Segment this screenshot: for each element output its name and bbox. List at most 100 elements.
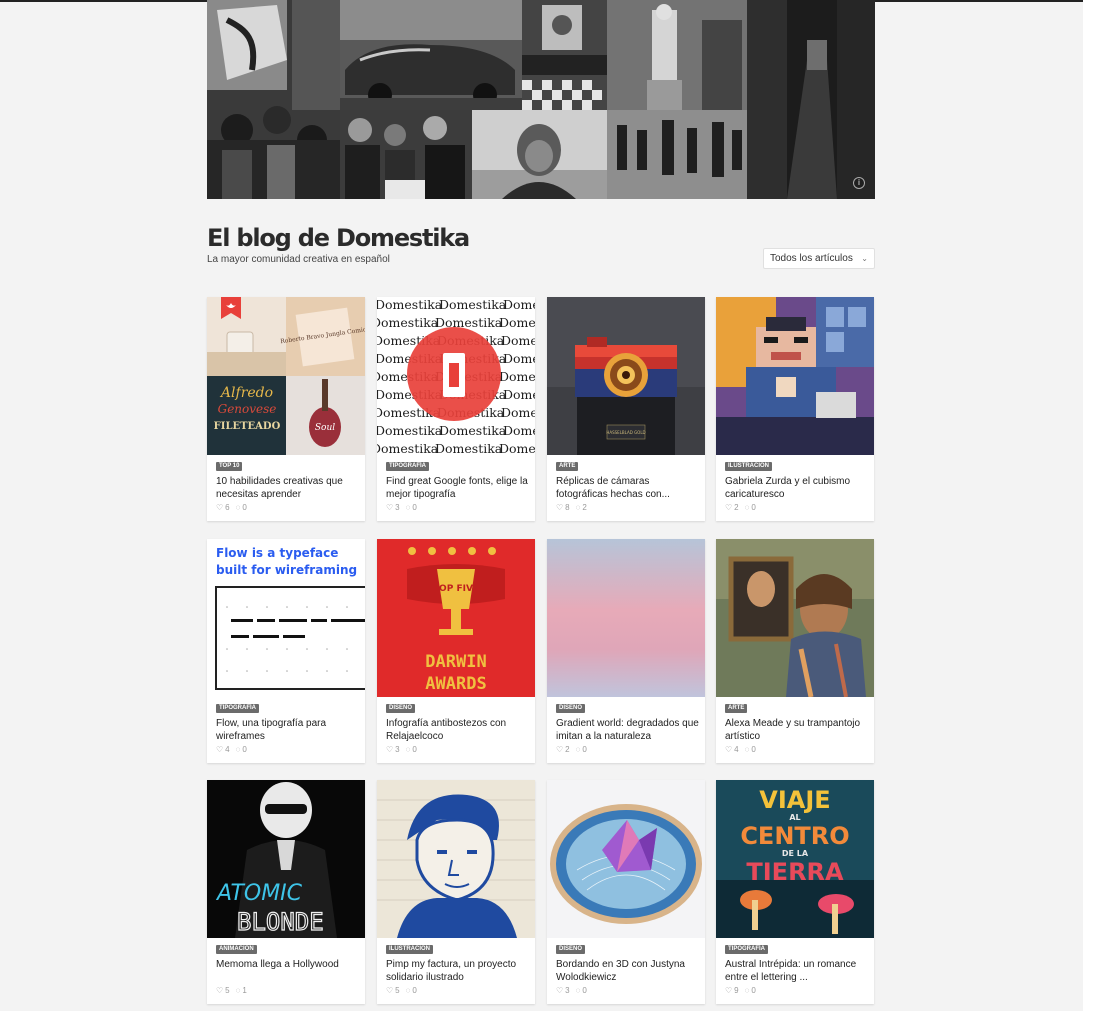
- chevron-down-icon: ⌄: [861, 254, 868, 263]
- hero-photo-interior: [522, 0, 607, 110]
- article-card[interactable]: Flow is a typeface built for wireframing…: [207, 539, 365, 763]
- article-title[interactable]: Memoma llega a Hollywood: [216, 958, 360, 971]
- heart-icon[interactable]: ♡: [386, 503, 393, 512]
- category-tag[interactable]: DISEÑO: [386, 704, 416, 713]
- article-card[interactable]: Roberto Bravo Jungla Comics Alfredo Geno…: [207, 297, 365, 521]
- article-title[interactable]: Austral Intrépida: un romance entre el l…: [725, 958, 869, 984]
- category-tag[interactable]: ILUSTRACIÓN: [386, 945, 433, 954]
- comment-icon[interactable]: ◌: [745, 745, 750, 754]
- article-title[interactable]: 10 habilidades creativas que necesitas a…: [216, 475, 360, 501]
- article-card[interactable]: DomestikaDomestikaDomestika DomestikaDom…: [377, 297, 535, 521]
- comment-icon[interactable]: ◌: [406, 745, 411, 754]
- thumb-word: Domestika: [499, 315, 535, 330]
- article-card[interactable]: DISEÑO Bordando en 3D con Justyna Wolodk…: [547, 780, 705, 1004]
- category-tag[interactable]: ARTE: [725, 704, 748, 713]
- comment-icon[interactable]: ◌: [745, 503, 750, 512]
- article-card[interactable]: ARTE Alexa Meade y su trampantojo artíst…: [716, 539, 874, 763]
- thumb-word: Domestika: [435, 315, 503, 330]
- article-stats: ♡ 4 ◌ 0: [216, 745, 249, 754]
- thumb-alfredo-text: Alfredo: [219, 385, 273, 401]
- heart-icon[interactable]: ♡: [216, 503, 223, 512]
- category-tag[interactable]: ARTE: [556, 462, 579, 471]
- heart-icon[interactable]: ♡: [556, 503, 563, 512]
- comment-icon[interactable]: ◌: [745, 986, 750, 995]
- hero-photo-street: [747, 0, 875, 199]
- thumb-word: Domestika: [503, 387, 535, 402]
- article-stats: ♡ 3 ◌ 0: [386, 503, 419, 512]
- heart-icon[interactable]: ♡: [386, 745, 393, 754]
- category-tag[interactable]: TIPOGRAFÍA: [386, 462, 429, 471]
- thumb-flow-line2: built for wireframing: [216, 563, 357, 577]
- category-tag[interactable]: DISEÑO: [556, 704, 586, 713]
- comment-icon[interactable]: ◌: [236, 503, 241, 512]
- hero-banner[interactable]: i: [207, 0, 875, 199]
- article-title[interactable]: Gradient world: degradados que imitan a …: [556, 717, 700, 743]
- heart-icon[interactable]: ♡: [725, 986, 732, 995]
- like-count: 2: [734, 503, 739, 512]
- article-title[interactable]: Pimp my factura, un proyecto solidario i…: [386, 958, 530, 984]
- thumb-bordando-3d: [547, 780, 705, 938]
- thumb-atomic-blonde: ATOMIC BLONDE: [207, 780, 365, 938]
- thumb-atomic-text: ATOMIC: [215, 881, 303, 906]
- thumb-google-fonts: DomestikaDomestikaDomestika DomestikaDom…: [377, 297, 535, 455]
- page-subtitle: La mayor comunidad creativa en español: [207, 254, 390, 265]
- thumb-word: Domestika: [435, 441, 503, 455]
- heart-icon[interactable]: ♡: [386, 986, 393, 995]
- comment-count: 0: [242, 745, 247, 754]
- article-title[interactable]: Alexa Meade y su trampantojo artístico: [725, 717, 869, 743]
- comment-icon[interactable]: ◌: [406, 503, 411, 512]
- thumb-plate-text: HASSELBLAD GOLD: [606, 430, 645, 435]
- thumb-genovese-text: Genovese: [218, 402, 277, 416]
- thumb-tierra-text: TIERRA: [746, 858, 844, 886]
- article-title[interactable]: Infografía antibostezos con Relajaelcoco: [386, 717, 530, 743]
- category-tag[interactable]: TOP 10: [216, 462, 243, 471]
- article-title[interactable]: Bordando en 3D con Justyna Wolodkiewicz: [556, 958, 700, 984]
- comment-icon[interactable]: ◌: [236, 986, 241, 995]
- category-tag[interactable]: ANIMACIÓN: [216, 945, 257, 954]
- article-card[interactable]: HASSELBLAD GOLD ARTE Réplicas de cámaras…: [547, 297, 705, 521]
- article-card[interactable]: ATOMIC BLONDE ANIMACIÓN Memoma llega a H…: [207, 780, 365, 1004]
- article-card[interactable]: ILUSTRACIÓN Pimp my factura, un proyecto…: [377, 780, 535, 1004]
- heart-icon[interactable]: ♡: [216, 986, 223, 995]
- category-tag[interactable]: DISEÑO: [556, 945, 586, 954]
- thumb-word: Domestika: [499, 369, 535, 384]
- article-title[interactable]: Find great Google fonts, elige la mejor …: [386, 475, 530, 501]
- comment-icon[interactable]: ◌: [576, 745, 581, 754]
- info-icon[interactable]: i: [853, 177, 865, 189]
- heart-icon[interactable]: ♡: [556, 986, 563, 995]
- comment-count: 0: [582, 986, 587, 995]
- thumb-word: Domestika: [503, 297, 535, 312]
- thumb-word: Domestika: [503, 423, 535, 438]
- comment-count: 0: [242, 503, 247, 512]
- article-card[interactable]: TOP FIVE DARWIN AWARDS DISEÑO Infografía…: [377, 539, 535, 763]
- article-title[interactable]: Réplicas de cámaras fotográficas hechas …: [556, 475, 700, 501]
- thumb-austral-intrepida: VIAJE AL CENTRO DE LA TIERRA: [716, 780, 874, 938]
- comment-icon[interactable]: ◌: [236, 745, 241, 754]
- heart-icon[interactable]: ♡: [216, 745, 223, 754]
- article-title[interactable]: Gabriela Zurda y el cubismo caricaturesc…: [725, 475, 869, 501]
- comment-icon[interactable]: ◌: [576, 503, 581, 512]
- category-tag[interactable]: TIPOGRAFÍA: [725, 945, 768, 954]
- comment-icon[interactable]: ◌: [576, 986, 581, 995]
- comment-count: 1: [242, 986, 247, 995]
- like-count: 3: [565, 986, 570, 995]
- article-card[interactable]: DISEÑO Gradient world: degradados que im…: [547, 539, 705, 763]
- heart-icon[interactable]: ♡: [556, 745, 563, 754]
- heart-icon[interactable]: ♡: [725, 503, 732, 512]
- article-card[interactable]: VIAJE AL CENTRO DE LA TIERRA TIPOGRAFÍA …: [716, 780, 874, 1004]
- article-stats: ♡ 4 ◌ 0: [725, 745, 758, 754]
- article-card[interactable]: ILUSTRACIÓN Gabriela Zurda y el cubismo …: [716, 297, 874, 521]
- category-tag[interactable]: TIPOGRAFÍA: [216, 704, 259, 713]
- comment-count: 0: [751, 503, 756, 512]
- like-count: 6: [225, 503, 230, 512]
- articles-filter-dropdown[interactable]: Todos los artículos ⌄: [763, 248, 875, 269]
- thumb-viaje-text: VIAJE: [759, 786, 830, 814]
- comment-count: 0: [412, 503, 417, 512]
- category-tag[interactable]: ILUSTRACIÓN: [725, 462, 772, 471]
- hero-photo-cars: [340, 0, 522, 110]
- article-title[interactable]: Flow, una tipografía para wireframes: [216, 717, 360, 743]
- thumb-word: Domestika: [503, 351, 535, 366]
- thumb-word: Domestika: [377, 423, 443, 438]
- comment-icon[interactable]: ◌: [406, 986, 411, 995]
- heart-icon[interactable]: ♡: [725, 745, 732, 754]
